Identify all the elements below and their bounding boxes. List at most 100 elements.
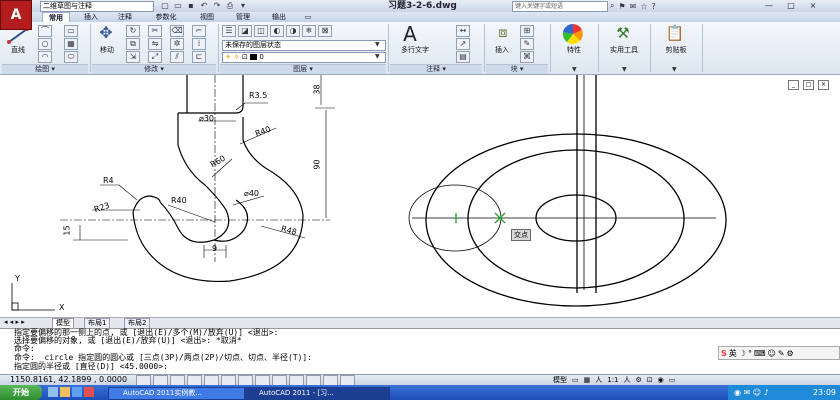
open-icon[interactable]: ▭	[173, 1, 183, 10]
array-icon[interactable]: ⁞	[192, 38, 206, 50]
layer-freeze-icon[interactable]: ❄	[302, 25, 316, 37]
layers-panel-label[interactable]: 图层 ▾	[220, 64, 386, 74]
edit-block-icon[interactable]: ✎	[520, 38, 534, 50]
new-icon[interactable]: ▢	[160, 1, 170, 10]
trim-icon[interactable]: ✂	[148, 25, 162, 37]
minimize-button[interactable]: —	[760, 0, 778, 11]
table-icon[interactable]: ▤	[456, 51, 470, 63]
insert-block-icon[interactable]: ⧈	[492, 24, 514, 42]
workspace-switcher[interactable]: 二维草图与注释	[40, 1, 154, 12]
tab-parametric[interactable]: 参数化	[148, 12, 184, 22]
isolate-icon[interactable]: ◉	[658, 375, 664, 385]
explorer-icon[interactable]	[60, 387, 70, 397]
layer-off-icon[interactable]: ◐	[270, 25, 284, 37]
tab-output[interactable]: 输出	[264, 12, 294, 22]
tab-annotate[interactable]: 注释	[112, 12, 138, 22]
annotation-visibility-icon[interactable]: 人	[624, 375, 631, 385]
layer-state-dropdown[interactable]: 未保存的图层状态	[222, 40, 386, 51]
search-input[interactable]: 键入关键字或短语	[512, 1, 608, 12]
ellipse-icon[interactable]: ⬭	[64, 51, 78, 63]
tab-insert[interactable]: 插入	[78, 12, 104, 22]
utilities-icon[interactable]: ⚒	[612, 24, 634, 42]
draw-panel-label[interactable]: 绘图 ▾	[2, 64, 88, 74]
insert-button[interactable]: 插入	[488, 45, 516, 55]
viewport-restore-button[interactable]: □	[803, 80, 814, 90]
clipboard-button[interactable]: 剪贴板	[654, 45, 698, 55]
mtext-icon[interactable]: A	[398, 23, 422, 45]
layout-nav-arrows[interactable]: ◂ ◂ ▸ ▸	[4, 318, 25, 326]
arc-icon[interactable]: ◠	[38, 51, 52, 63]
chevron-down-icon[interactable]: ▼	[622, 66, 627, 73]
help-icon[interactable]: ?	[652, 2, 656, 11]
layer-match-icon[interactable]: ◫	[254, 25, 268, 37]
block-panel-label[interactable]: 块 ▾	[486, 64, 548, 74]
qat-dropdown-icon[interactable]: ▾	[238, 1, 248, 10]
desktop-icon[interactable]	[48, 387, 58, 397]
communication-icon[interactable]: ✉	[630, 2, 637, 11]
command-prompt-line[interactable]: 指定圆的半径或 [直径(D)] <45.0000>:	[14, 362, 168, 372]
mirror-icon[interactable]: ⇋	[148, 38, 162, 50]
chevron-down-icon[interactable]: ▼	[572, 66, 577, 73]
mtext-button[interactable]: 多行文字	[392, 45, 438, 55]
line-button[interactable]: 直线	[4, 45, 32, 55]
lock-icon[interactable]: ⊡	[647, 375, 653, 385]
layer-state-icon[interactable]: ◪	[238, 25, 252, 37]
taskbar-item-active[interactable]: AutoCAD 2011 - [习...	[244, 387, 390, 400]
move-icon[interactable]: ✥	[96, 24, 116, 42]
start-button[interactable]: 开始	[0, 385, 42, 400]
redo-icon[interactable]: ↷	[212, 1, 222, 10]
clipboard-icon[interactable]: 📋	[664, 24, 686, 42]
utilities-button[interactable]: 实用工具	[602, 45, 646, 55]
drawing-canvas[interactable]	[0, 75, 840, 317]
tab-view[interactable]: 视图	[194, 12, 220, 22]
annotation-scale[interactable]: 1:1	[607, 375, 618, 385]
workspace-switch-icon[interactable]: ⚙	[636, 375, 642, 385]
model-space-label[interactable]: 模型	[553, 375, 567, 385]
autocad-logo-icon[interactable]: A	[0, 0, 32, 30]
clean-screen-icon[interactable]: ▭	[669, 375, 676, 385]
stretch-icon[interactable]: ⇲	[126, 51, 140, 63]
circle-icon[interactable]: ○	[38, 38, 52, 50]
move-button[interactable]: 移动	[92, 45, 122, 55]
erase-icon[interactable]: ⌫	[170, 25, 184, 37]
attribute-icon[interactable]: ⌘	[520, 51, 534, 63]
maximize-button[interactable]: □	[782, 0, 800, 11]
hatch-icon[interactable]: ▦	[64, 38, 78, 50]
layer-lock-icon[interactable]: ⊠	[318, 25, 332, 37]
tray-icons[interactable]: ◉ ✉ ☺ ♪	[734, 388, 769, 397]
current-layer-dropdown[interactable]: ☀ ☼ ⊡ 0	[222, 52, 386, 63]
properties-button[interactable]: 特性	[556, 45, 592, 55]
rectangle-icon[interactable]: ▭	[64, 25, 78, 37]
viewport-close-button[interactable]: ×	[818, 80, 829, 90]
browser-icon[interactable]	[72, 387, 82, 397]
explode-icon[interactable]: ✲	[170, 38, 184, 50]
annotation-scale-icon[interactable]: 人	[595, 375, 602, 385]
fillet-icon[interactable]: ⌐	[192, 25, 206, 37]
app-icon[interactable]	[84, 387, 94, 397]
search-icon[interactable]: ⌕	[610, 1, 614, 11]
layout-view-icon[interactable]: ▭	[572, 375, 579, 385]
chevron-down-icon[interactable]: ▼	[375, 53, 380, 60]
copy-icon[interactable]: ⧉	[126, 38, 140, 50]
subscription-icon[interactable]: ⚑	[618, 2, 625, 11]
undo-icon[interactable]: ↶	[199, 1, 209, 10]
coordinate-readout[interactable]: 1150.8161, 42.1899 , 0.0000	[10, 375, 127, 385]
tab-overflow[interactable]: ▭	[300, 12, 316, 22]
save-icon[interactable]: ▪	[186, 1, 196, 10]
print-icon[interactable]: ⎙	[225, 1, 235, 10]
properties-color-wheel-icon[interactable]	[562, 24, 584, 44]
polyline-icon[interactable]: ⌒	[38, 25, 52, 37]
chevron-down-icon[interactable]: ▼	[672, 66, 677, 73]
create-block-icon[interactable]: ⊞	[520, 25, 534, 37]
tab-manage[interactable]: 管理	[228, 12, 258, 22]
taskbar-item[interactable]: AutoCAD 2011实例教...	[108, 387, 254, 400]
join-icon[interactable]: ⊏	[192, 51, 206, 63]
layer-properties-icon[interactable]: ☰	[222, 25, 236, 37]
scale-icon[interactable]: ⤢	[148, 51, 162, 63]
rotate-icon[interactable]: ↻	[126, 25, 140, 37]
favorites-icon[interactable]: ☆	[640, 2, 647, 11]
viewport-minimize-button[interactable]: _	[788, 80, 799, 90]
annotation-panel-label[interactable]: 注释 ▾	[390, 64, 482, 74]
quick-view-icon[interactable]: ▦	[584, 375, 591, 385]
close-button[interactable]: ×	[804, 0, 822, 11]
